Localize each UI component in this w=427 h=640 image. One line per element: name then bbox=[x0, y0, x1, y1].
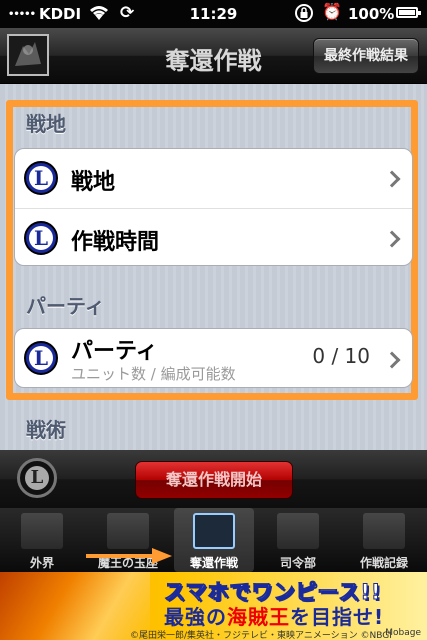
recapture-operation-icon bbox=[193, 513, 235, 549]
tab-bar: 外界 魔王の玉座 奪還作戦 司令部 作戦記録 bbox=[0, 508, 427, 572]
tab-outside-world[interactable]: 外界 bbox=[2, 508, 82, 572]
l-logo-icon bbox=[17, 458, 57, 498]
chevron-right-icon bbox=[383, 351, 401, 369]
alarm-icon: ⏰ bbox=[322, 2, 342, 21]
tab-headquarters[interactable]: 司令部 bbox=[258, 508, 338, 572]
final-results-button[interactable]: 最終作戦結果 bbox=[313, 38, 419, 74]
tab-recapture-operation[interactable]: 奪還作戦 bbox=[174, 508, 254, 572]
tab-label: 作戦記録 bbox=[359, 556, 408, 570]
row-label: 作戦時間 bbox=[71, 230, 160, 255]
row-label: パーティ bbox=[71, 339, 158, 364]
row-operation-time[interactable]: 作戦時間 bbox=[15, 208, 412, 265]
section-header-tactics: 戦術 bbox=[26, 418, 66, 442]
row-label: 戦地 bbox=[71, 170, 116, 195]
party-group: パーティ ユニット数 / 編成可能数 0 / 10 bbox=[14, 328, 413, 388]
records-icon bbox=[363, 513, 405, 549]
battlefield-group: 戦地 作戦時間 bbox=[14, 148, 413, 266]
row-party[interactable]: パーティ ユニット数 / 編成可能数 0 / 10 bbox=[15, 329, 412, 387]
section-header-battlefield: 戦地 bbox=[26, 112, 66, 136]
headquarters-icon bbox=[277, 513, 319, 549]
tab-label: 司令部 bbox=[279, 556, 316, 570]
party-count: 0 / 10 bbox=[312, 344, 370, 368]
chevron-right-icon bbox=[383, 170, 401, 188]
outside-world-icon bbox=[21, 513, 63, 549]
rotation-lock-icon bbox=[294, 3, 314, 27]
l-logo-icon bbox=[24, 341, 58, 375]
ad-copyright: ©尾田栄一郎/集英社・フジテレビ・東映アニメーション ©NBGI bbox=[130, 631, 392, 640]
chevron-right-icon bbox=[383, 230, 401, 248]
character-art bbox=[0, 572, 150, 640]
tab-operation-records[interactable]: 作戦記録 bbox=[344, 508, 424, 572]
tab-label: 奪還作戦 bbox=[189, 556, 238, 570]
row-sublabel: ユニット数 / 編成可能数 bbox=[71, 365, 236, 383]
navigation-bar: 奪還作戦 最終作戦結果 bbox=[0, 28, 427, 84]
ad-subheadline: 最強の海賊王を目指せ! bbox=[164, 605, 385, 629]
l-logo-icon bbox=[24, 221, 58, 255]
action-bar: 奪還作戦開始 bbox=[0, 450, 427, 508]
l-logo-icon bbox=[24, 161, 58, 195]
throne-icon bbox=[107, 513, 149, 549]
section-header-party: パーティ bbox=[26, 294, 105, 318]
start-operation-button[interactable]: 奪還作戦開始 bbox=[135, 461, 293, 499]
row-battlefield[interactable]: 戦地 bbox=[15, 149, 412, 208]
tab-label: 外界 bbox=[29, 556, 54, 570]
battery-icon bbox=[396, 7, 421, 18]
content-area: 戦地 戦地 作戦時間 パーティ パーティ ユニット数 / 編成可能数 0 / 1… bbox=[0, 84, 427, 450]
arrow-right-icon bbox=[86, 548, 172, 564]
battery-percent: 100% bbox=[348, 5, 395, 23]
status-bar: ••••• KDDI ⟳ 11:29 ⏰ 100% bbox=[0, 0, 427, 28]
ad-banner[interactable]: スマホでワンピース!! 最強の海賊王を目指せ! ©尾田栄一郎/集英社・フジテレビ… bbox=[0, 572, 427, 640]
ad-brand: Mobage bbox=[385, 628, 421, 638]
